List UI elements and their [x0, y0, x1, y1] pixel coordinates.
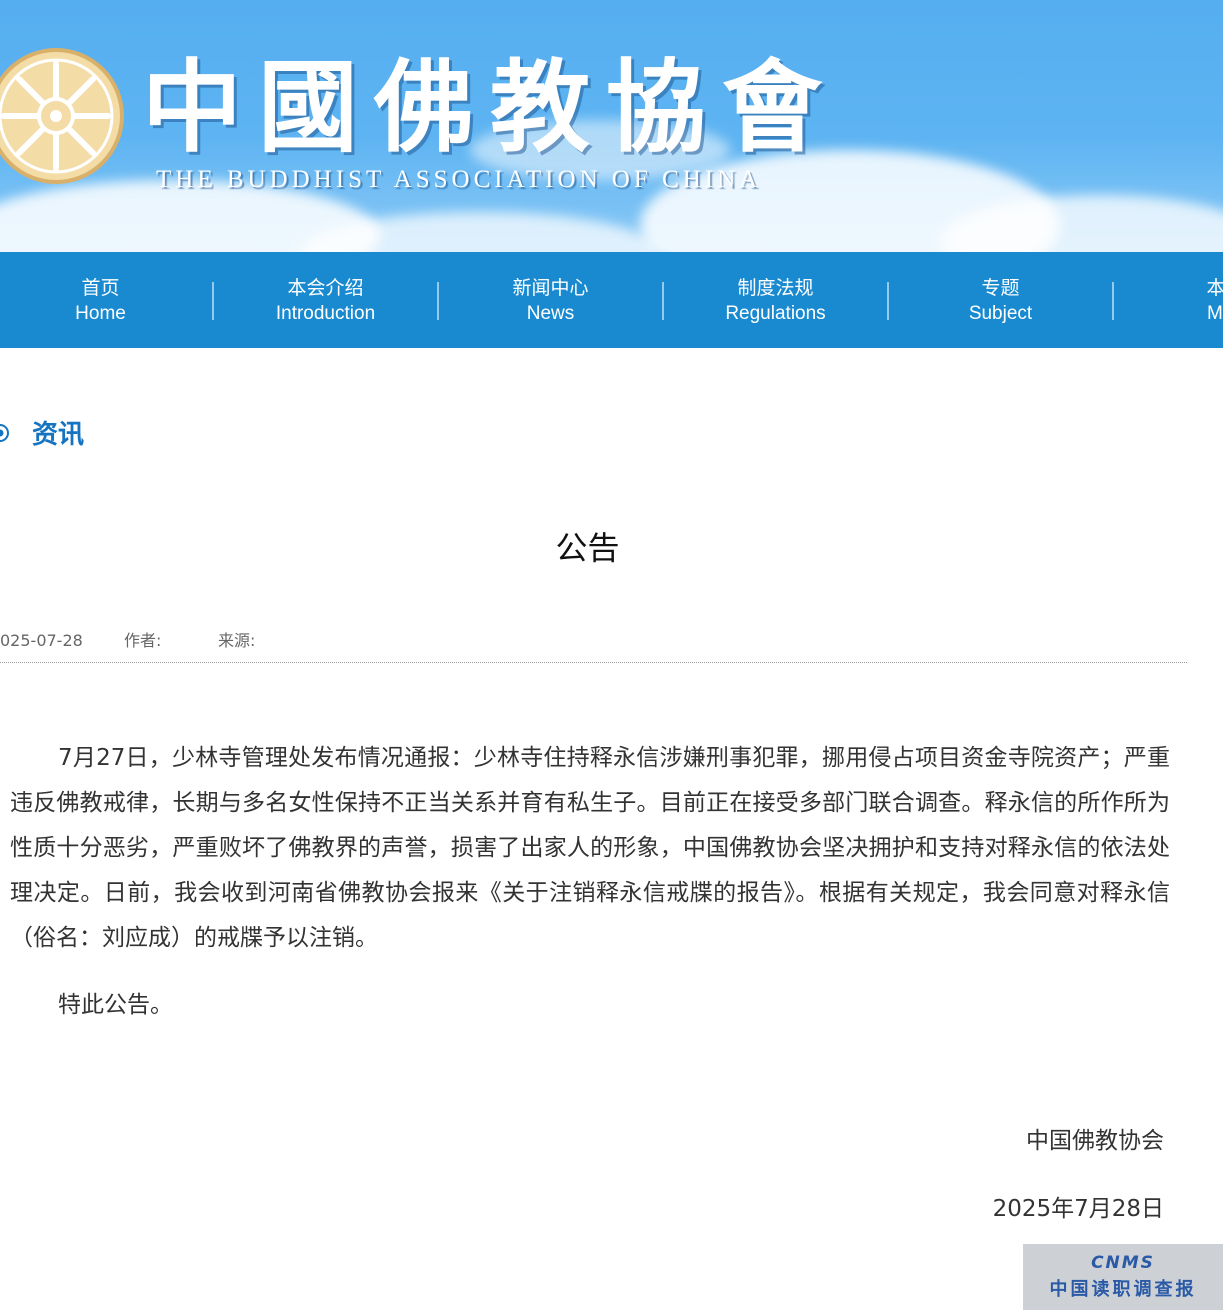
article-source-label: 来源:: [218, 631, 256, 650]
nav-item-magazine[interactable]: 本会 Mag: [1113, 252, 1223, 348]
nav-label-cn: 首页: [81, 277, 120, 299]
nav-label-en: Subject: [968, 303, 1033, 324]
nav-item-regulations[interactable]: 制度法规 Regulations: [663, 252, 888, 348]
nav-label-cn: 制度法规: [737, 277, 814, 299]
nav-label-en: Regulations: [725, 303, 826, 324]
watermark-logo: CNMS: [1091, 1253, 1155, 1273]
main-nav: 首页 Home 本会介绍 Introduction 新闻中心 News 制度法规…: [0, 252, 1223, 348]
nav-label-en: Home: [75, 303, 126, 324]
nav-item-introduction[interactable]: 本会介绍 Introduction: [213, 252, 438, 348]
nav-label-en: Mag: [1207, 303, 1223, 324]
nav-item-home[interactable]: 首页 Home: [0, 252, 213, 348]
article-paragraph: 特此公告。: [58, 992, 173, 1018]
article-author-label: 作者:: [124, 631, 162, 650]
article-signature: 中国佛教协会: [1026, 1128, 1164, 1154]
dharma-wheel-icon: [0, 48, 124, 184]
nav-label-en: Introduction: [275, 303, 376, 324]
nav-label-cn: 新闻中心: [512, 277, 589, 299]
logo-chinese: 中國佛教協會: [142, 48, 838, 166]
article-body: 7月27日，少林寺管理处发布情况通报：少林寺住持释永信涉嫌刑事犯罪，挪用侵占项目…: [10, 736, 1170, 1028]
nav-label-cn: 本会: [1206, 277, 1223, 299]
header-banner: 中國佛教協會 THE BUDDHIST ASSOCIATION OF CHINA: [0, 0, 1223, 252]
nav-label-cn: 本会介绍: [287, 277, 364, 299]
section-title: 资讯: [32, 420, 85, 450]
nav-item-news[interactable]: 新闻中心 News: [438, 252, 663, 348]
meta-divider: [0, 662, 1187, 663]
article-date: 025-07-28: [0, 631, 83, 650]
article-title: 公告: [555, 529, 620, 567]
nav-label-cn: 专题: [981, 277, 1020, 299]
watermark-text: 中国读职调查报: [1049, 1279, 1197, 1300]
nav-item-subject[interactable]: 专题 Subject: [888, 252, 1113, 348]
nav-label-en: News: [526, 303, 575, 324]
article-paragraph: 7月27日，少林寺管理处发布情况通报：少林寺住持释永信涉嫌刑事犯罪，挪用侵占项目…: [10, 745, 1170, 951]
article-sign-date: 2025年7月28日: [992, 1196, 1164, 1222]
logo-english: THE BUDDHIST ASSOCIATION OF CHINA: [156, 166, 762, 193]
target-icon: [0, 424, 9, 442]
watermark: CNMS 中国读职调查报: [1023, 1244, 1223, 1310]
